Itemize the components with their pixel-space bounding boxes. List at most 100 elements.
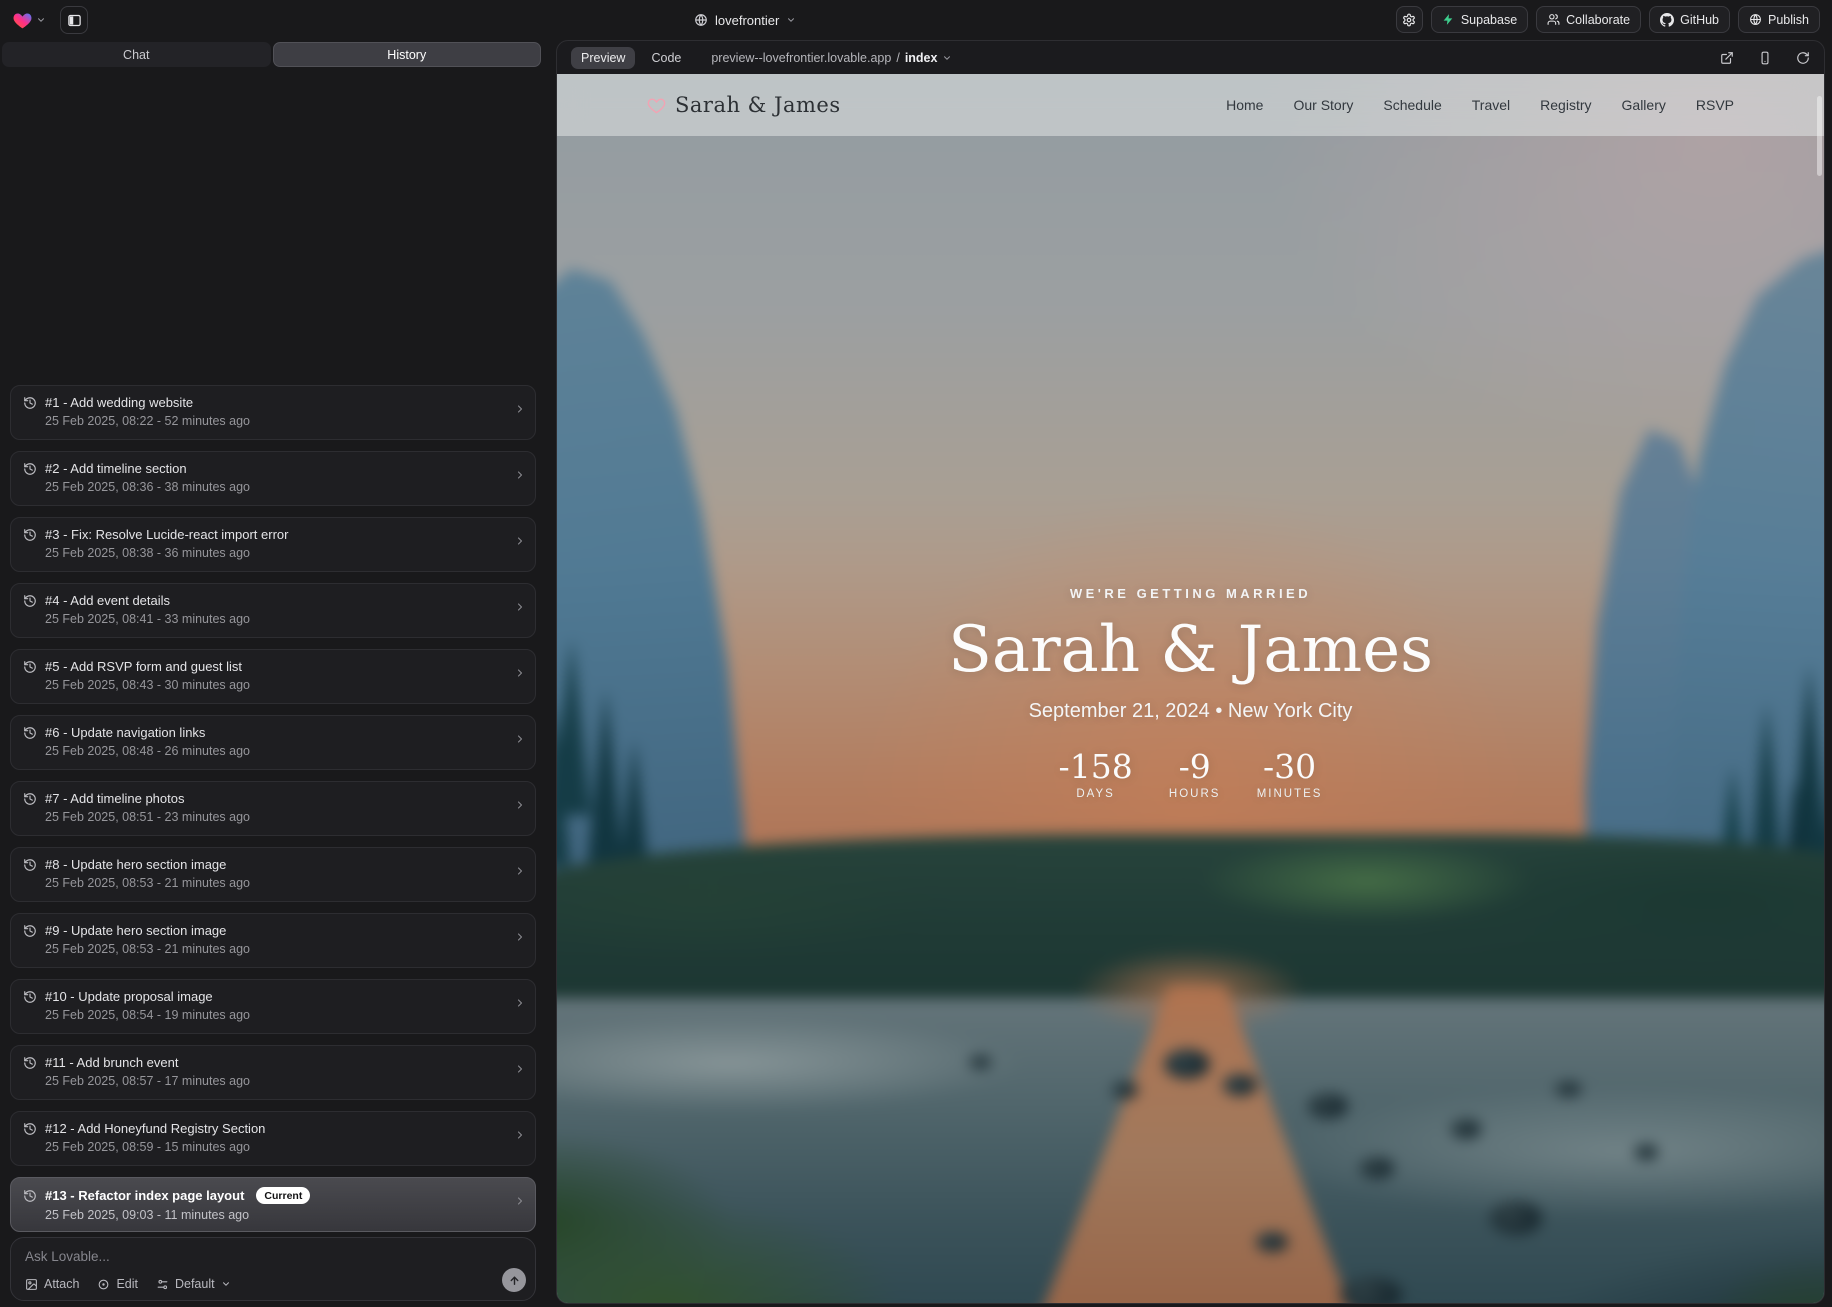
collaborate-label: Collaborate bbox=[1566, 13, 1630, 27]
preview-scrollbar[interactable] bbox=[1817, 96, 1822, 176]
history-item[interactable]: #3 - Fix: Resolve Lucide-react import er… bbox=[10, 517, 536, 572]
history-icon bbox=[23, 396, 37, 410]
history-item-title: #13 - Refactor index page layout bbox=[45, 1188, 244, 1203]
nav-link-our-story[interactable]: Our Story bbox=[1293, 97, 1353, 113]
history-icon bbox=[23, 924, 37, 938]
project-selector[interactable]: lovefrontier bbox=[694, 0, 796, 40]
history-item[interactable]: #5 - Add RSVP form and guest list25 Feb … bbox=[10, 649, 536, 704]
publish-button[interactable]: Publish bbox=[1738, 6, 1820, 33]
history-item[interactable]: #6 - Update navigation links 25 Feb 2025,… bbox=[10, 715, 536, 770]
nav-link-travel[interactable]: Travel bbox=[1472, 97, 1510, 113]
history-icon bbox=[23, 792, 37, 806]
site-preview: Sarah & James Home Our Story Schedule Trave… bbox=[557, 74, 1824, 1303]
sidebar: Chat History #1 - Add wedding website 25 … bbox=[0, 40, 546, 1307]
history-item[interactable]: #7 - Add timeline photos25 Feb 2025, 08:… bbox=[10, 781, 536, 836]
tab-code[interactable]: Code bbox=[651, 51, 681, 65]
countdown-days: -158 DAYS bbox=[1059, 747, 1133, 800]
countdown-label: DAYS bbox=[1059, 788, 1133, 800]
chevron-right-icon bbox=[514, 1063, 526, 1075]
nav-link-registry[interactable]: Registry bbox=[1540, 97, 1591, 113]
smartphone-icon bbox=[1758, 51, 1772, 65]
chevron-right-icon bbox=[514, 403, 526, 415]
countdown-value: -158 bbox=[1059, 747, 1133, 786]
history-item-title: #1 - Add wedding website bbox=[45, 395, 193, 410]
history-item-timestamp: 25 Feb 2025, 08:53 - 21 minutes ago bbox=[45, 942, 505, 956]
history-item[interactable]: #12 - Add Honeyfund Registry Section25 F… bbox=[10, 1111, 536, 1166]
chevron-down-icon bbox=[942, 53, 952, 63]
nav-link-home[interactable]: Home bbox=[1226, 97, 1263, 113]
history-item-title: #12 - Add Honeyfund Registry Section bbox=[45, 1121, 265, 1136]
tab-history[interactable]: History bbox=[273, 42, 542, 67]
history-item[interactable]: #9 - Update hero section image25 Feb 202… bbox=[10, 913, 536, 968]
send-button[interactable] bbox=[502, 1268, 526, 1292]
history-item-title: #11 - Add brunch event bbox=[45, 1055, 178, 1070]
chevron-right-icon bbox=[514, 931, 526, 943]
history-list: #1 - Add wedding website 25 Feb 2025, 08:… bbox=[10, 385, 536, 1243]
history-item[interactable]: #4 - Add event details25 Feb 2025, 08:41… bbox=[10, 583, 536, 638]
settings-button[interactable] bbox=[1396, 6, 1423, 33]
history-item-timestamp: 25 Feb 2025, 08:41 - 33 minutes ago bbox=[45, 612, 505, 626]
image-icon bbox=[25, 1278, 38, 1291]
history-item[interactable]: #13 - Refactor index page layoutCurrent2… bbox=[10, 1177, 536, 1232]
supabase-label: Supabase bbox=[1461, 13, 1517, 27]
history-item-title: #8 - Update hero section image bbox=[45, 857, 226, 872]
history-icon bbox=[23, 462, 37, 476]
history-item[interactable]: #11 - Add brunch event25 Feb 2025, 08:57… bbox=[10, 1045, 536, 1100]
ask-lovable-input[interactable] bbox=[25, 1249, 455, 1264]
chevron-right-icon bbox=[514, 997, 526, 1009]
tab-chat[interactable]: Chat bbox=[2, 42, 271, 67]
lovable-heart-icon bbox=[12, 10, 33, 31]
supabase-button[interactable]: Supabase bbox=[1431, 6, 1528, 33]
attach-button[interactable]: Attach bbox=[25, 1277, 79, 1291]
history-icon bbox=[23, 726, 37, 740]
site-logo-text: Sarah & James bbox=[675, 93, 841, 117]
publish-label: Publish bbox=[1768, 13, 1809, 27]
refresh-button[interactable] bbox=[1796, 51, 1810, 65]
history-item-title: #3 - Fix: Resolve Lucide-react import er… bbox=[45, 527, 288, 542]
history-item-timestamp: 25 Feb 2025, 08:53 - 21 minutes ago bbox=[45, 876, 505, 890]
history-item[interactable]: #1 - Add wedding website25 Feb 2025, 08:… bbox=[10, 385, 536, 440]
chevron-down-icon bbox=[36, 15, 46, 25]
history-item-timestamp: 25 Feb 2025, 08:48 - 26 minutes ago bbox=[45, 744, 505, 758]
chevron-right-icon bbox=[514, 1195, 526, 1207]
countdown-minutes: -30MINUTES bbox=[1257, 747, 1323, 800]
preview-url[interactable]: preview--lovefrontier.lovable.app / inde… bbox=[711, 51, 952, 65]
hero-title: Sarah & James bbox=[557, 617, 1824, 684]
collaborate-button[interactable]: Collaborate bbox=[1536, 6, 1641, 33]
countdown-hours: -9HOURS bbox=[1163, 747, 1227, 800]
countdown-value: -9 bbox=[1163, 747, 1227, 786]
github-button[interactable]: GitHub bbox=[1649, 6, 1730, 33]
mobile-view-button[interactable] bbox=[1758, 51, 1772, 65]
history-item[interactable]: #2 - Add timeline section25 Feb 2025, 08… bbox=[10, 451, 536, 506]
ask-actions: Attach Edit Default bbox=[25, 1277, 231, 1291]
history-item-title: #6 - Update navigation links bbox=[45, 725, 205, 740]
site-logo[interactable]: Sarah & James bbox=[647, 93, 841, 117]
history-item[interactable]: #10 - Update proposal image25 Feb 2025, … bbox=[10, 979, 536, 1034]
lovable-logo-menu[interactable] bbox=[12, 10, 46, 31]
hero-subtitle: September 21, 2024 • New York City bbox=[557, 700, 1824, 723]
history-item-timestamp: 25 Feb 2025, 08:36 - 38 minutes ago bbox=[45, 480, 505, 494]
project-name: lovefrontier bbox=[715, 13, 779, 28]
nav-link-rsvp[interactable]: RSVP bbox=[1696, 97, 1734, 113]
mode-selector[interactable]: Default bbox=[156, 1277, 231, 1291]
history-item-timestamp: 25 Feb 2025, 08:54 - 19 minutes ago bbox=[45, 1008, 505, 1022]
globe-icon bbox=[1749, 13, 1762, 26]
nav-link-gallery[interactable]: Gallery bbox=[1622, 97, 1666, 113]
tab-preview[interactable]: Preview bbox=[571, 47, 635, 69]
open-in-new-tab-button[interactable] bbox=[1720, 51, 1734, 65]
preview-url-domain: preview--lovefrontier.lovable.app bbox=[711, 51, 891, 65]
chevron-right-icon bbox=[514, 469, 526, 481]
chevron-right-icon bbox=[514, 733, 526, 745]
edit-button[interactable]: Edit bbox=[97, 1277, 138, 1291]
history-icon bbox=[23, 1189, 37, 1203]
history-item[interactable]: #8 - Update hero section image 25 Feb 202… bbox=[10, 847, 536, 902]
mode-label: Default bbox=[175, 1277, 215, 1291]
hero-eyebrow: WE'RE GETTING MARRIED bbox=[557, 586, 1824, 601]
history-item-timestamp: 25 Feb 2025, 08:38 - 36 minutes ago bbox=[45, 546, 505, 560]
chevron-right-icon bbox=[514, 601, 526, 613]
sidebar-tabs: Chat History bbox=[2, 42, 541, 67]
nav-link-schedule[interactable]: Schedule bbox=[1383, 97, 1441, 113]
history-item-timestamp: 25 Feb 2025, 08:51 - 23 minutes ago bbox=[45, 810, 505, 824]
globe-icon bbox=[694, 13, 708, 27]
toggle-sidebar-button[interactable] bbox=[60, 6, 88, 34]
